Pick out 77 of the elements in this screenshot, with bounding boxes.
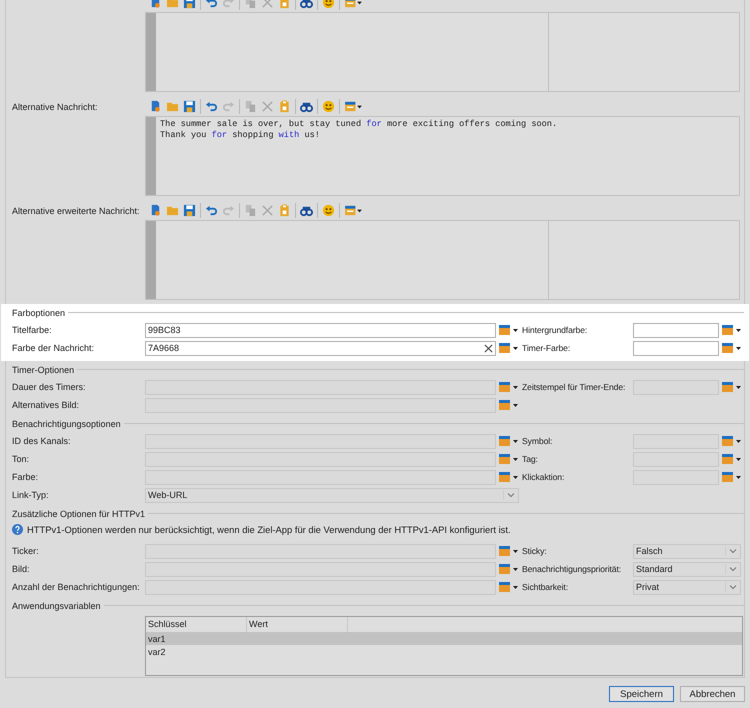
picker-button[interactable] xyxy=(496,544,520,558)
field-label: Alternatives Bild: xyxy=(12,400,80,410)
table-row[interactable]: var1 xyxy=(146,632,742,645)
code-line: Thank you for shopping with us! xyxy=(160,130,321,141)
field-label: Ton: xyxy=(12,454,30,464)
picker-button[interactable] xyxy=(719,452,743,466)
help-icon xyxy=(12,524,23,534)
input-field[interactable] xyxy=(633,322,719,338)
picker-button[interactable] xyxy=(496,434,520,448)
field-label: Alternative erweiterte Nachricht: xyxy=(12,205,141,216)
input-field[interactable]: 7A9668 xyxy=(145,340,496,356)
picker-button[interactable] xyxy=(496,580,520,594)
field-label: Symbol: xyxy=(521,436,554,446)
chevron-icon xyxy=(725,582,738,592)
chevron-icon xyxy=(725,564,738,574)
picker-button[interactable] xyxy=(719,323,743,337)
picker-button[interactable] xyxy=(496,562,520,576)
picker-button[interactable] xyxy=(719,341,743,355)
picker-button[interactable] xyxy=(496,380,520,394)
section-title: Farboptionen xyxy=(12,308,66,318)
section-title: Timer-Optionen xyxy=(12,364,74,374)
picker-button[interactable] xyxy=(719,434,743,448)
section-title: Benachrichtigungsoptionen xyxy=(12,418,121,428)
field-label: Titelfarbe: xyxy=(12,325,52,335)
field-label: Timer-Farbe: xyxy=(521,343,572,353)
insert-menu-icon[interactable] xyxy=(344,204,363,216)
insert-menu-icon[interactable] xyxy=(344,100,363,112)
info-text: HTTPv1-Optionen werden nur berücksichtigt, wenn die Ziel-App für die Verwendung der HTTPv1-API konfiguriert ist. xyxy=(27,524,511,534)
picker-button[interactable] xyxy=(496,398,520,412)
dropdown[interactable]: Standard xyxy=(633,562,741,576)
field-label: Sichtbarkeit: xyxy=(521,582,569,592)
field-label: Tag: xyxy=(521,454,539,464)
dropdown[interactable]: Falsch xyxy=(633,544,741,558)
picker-button[interactable] xyxy=(496,341,520,355)
save-icon[interactable] xyxy=(183,204,196,216)
field-label: Alternative Nachricht: xyxy=(12,101,99,112)
paste-icon[interactable] xyxy=(278,100,291,112)
dropdown[interactable]: Privat xyxy=(633,580,741,594)
section-title: Anwendungsvariablen xyxy=(12,600,101,610)
smiley-icon[interactable] xyxy=(322,100,335,112)
chevron-icon xyxy=(725,546,738,556)
field-label: Dauer des Timers: xyxy=(12,382,86,392)
new-document-icon[interactable] xyxy=(149,100,162,112)
paste-icon[interactable] xyxy=(278,204,291,216)
save-icon[interactable] xyxy=(183,100,196,112)
section-title: Zusätzliche Optionen für HTTPv1 xyxy=(12,508,146,518)
picker-button[interactable] xyxy=(496,452,520,466)
picker-button[interactable] xyxy=(719,470,743,484)
dropdown[interactable]: Web-URL xyxy=(145,488,519,502)
field-label: Anzahl der Benachrichtigungen: xyxy=(12,582,140,592)
field-label: Zeitstempel für Timer-Ende: xyxy=(521,382,626,392)
field-label: Link-Typ: xyxy=(12,490,49,500)
field-label: Klickaktion: xyxy=(521,472,566,482)
picker-button[interactable] xyxy=(496,470,520,484)
field-label: Sticky: xyxy=(521,546,548,556)
picker-button[interactable] xyxy=(496,323,520,337)
clear-icon[interactable] xyxy=(484,344,493,352)
picker-button[interactable] xyxy=(719,380,743,394)
chevron-icon xyxy=(503,490,516,500)
field-label: ID des Kanals: xyxy=(12,436,71,446)
dialog-button[interactable]: Abbrechen xyxy=(680,686,745,702)
smiley-icon[interactable] xyxy=(322,204,335,216)
undo-icon[interactable] xyxy=(205,204,218,216)
input-field[interactable]: 99BC83 xyxy=(145,322,496,338)
field-label: Hintergrundfarbe: xyxy=(521,325,588,335)
new-document-icon[interactable] xyxy=(149,204,162,216)
field-label: Farbe der Nachricht: xyxy=(12,343,94,353)
field-label: Benachrichtigungspriorität: xyxy=(521,564,622,574)
field-label: Ticker: xyxy=(12,546,39,556)
dialog-button[interactable]: Speichern xyxy=(609,686,674,702)
table-row[interactable]: var2 xyxy=(146,645,742,658)
input-field[interactable] xyxy=(633,340,719,356)
field-label: Farbe: xyxy=(12,472,38,482)
code-line: The summer sale is over, but stay tuned for more exciting offers coming soon. xyxy=(160,119,558,130)
undo-icon[interactable] xyxy=(205,100,218,112)
code-editor[interactable]: The summer sale is over, but stay tuned for more exciting offers coming soon. Thank you for shopping with us! xyxy=(145,116,740,196)
field-label: Bild: xyxy=(12,564,30,574)
